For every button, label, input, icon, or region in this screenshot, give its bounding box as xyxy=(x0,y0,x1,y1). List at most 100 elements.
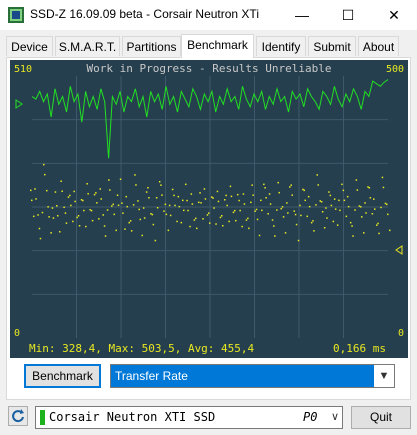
mode-select-value: Transfer Rate xyxy=(115,369,188,383)
data-point xyxy=(351,225,353,227)
tab-smart[interactable]: S.M.A.R.T. xyxy=(55,36,120,56)
data-point xyxy=(141,234,143,237)
data-point xyxy=(121,202,123,204)
data-point xyxy=(196,227,198,230)
data-point xyxy=(320,201,323,203)
data-point xyxy=(260,199,262,202)
data-point xyxy=(38,227,41,230)
data-point xyxy=(139,218,141,221)
tab-strip: Device S.M.A.R.T. Partitions Benchmark I… xyxy=(0,34,417,58)
data-point xyxy=(281,206,284,208)
data-point xyxy=(367,186,369,188)
data-point xyxy=(363,232,365,234)
data-point xyxy=(119,178,122,180)
data-point xyxy=(155,197,158,199)
data-point xyxy=(59,231,61,233)
minimize-button[interactable]: — xyxy=(279,0,325,30)
data-point xyxy=(43,163,45,166)
tab-identify[interactable]: Identify xyxy=(256,36,306,56)
data-point xyxy=(63,206,65,208)
data-point xyxy=(148,197,150,199)
data-point xyxy=(325,207,327,209)
data-point xyxy=(300,214,302,217)
data-point xyxy=(250,201,252,204)
mode-select[interactable]: Transfer Rate ▼ xyxy=(110,364,395,388)
data-point xyxy=(217,200,220,203)
data-point xyxy=(95,192,97,194)
data-point xyxy=(361,216,363,218)
data-point xyxy=(73,190,75,193)
data-point xyxy=(310,221,313,224)
data-point xyxy=(368,187,371,189)
data-point xyxy=(229,185,232,188)
data-point xyxy=(203,188,206,190)
chevron-down-icon: ∨ xyxy=(330,411,339,423)
data-point xyxy=(313,230,315,232)
tab-benchmark[interactable]: Benchmark xyxy=(181,34,254,58)
data-point xyxy=(111,205,113,207)
data-point xyxy=(102,214,104,216)
title-bar: SSD-Z 16.09.09 beta - Corsair Neutron XT… xyxy=(0,0,417,30)
data-point xyxy=(83,209,85,212)
data-point xyxy=(343,199,346,202)
data-point xyxy=(347,205,350,208)
refresh-button[interactable] xyxy=(8,406,28,426)
data-point xyxy=(315,204,317,206)
quit-button[interactable]: Quit xyxy=(351,406,411,429)
data-point xyxy=(287,212,289,214)
data-point xyxy=(360,206,362,208)
tab-partitions[interactable]: Partitions xyxy=(122,36,181,56)
drive-select[interactable]: Corsair Neutron XTI SSD P0 ∨ xyxy=(35,406,343,429)
data-point xyxy=(304,199,306,202)
data-point xyxy=(208,212,210,214)
data-point xyxy=(284,232,287,234)
data-point xyxy=(77,215,80,217)
data-point xyxy=(33,215,35,218)
data-point xyxy=(176,220,178,223)
benchmark-button[interactable]: Benchmark xyxy=(24,364,101,388)
data-point xyxy=(169,214,172,217)
tab-submit[interactable]: Submit xyxy=(308,36,356,56)
data-point xyxy=(189,225,191,228)
data-point xyxy=(124,228,126,230)
data-point xyxy=(174,204,176,207)
close-button[interactable]: ✕ xyxy=(371,0,417,30)
data-point xyxy=(384,202,387,205)
data-point xyxy=(258,234,261,237)
data-point xyxy=(96,202,98,204)
data-point xyxy=(317,184,319,186)
data-point xyxy=(308,205,311,208)
data-point xyxy=(156,207,159,209)
y-max-left-label: 510 xyxy=(14,64,32,75)
data-point xyxy=(30,189,32,192)
data-point xyxy=(135,184,137,186)
data-point xyxy=(161,194,163,196)
data-point xyxy=(226,204,228,207)
data-point xyxy=(206,214,209,216)
data-point xyxy=(346,195,349,198)
window-title: SSD-Z 16.09.09 beta - Corsair Neutron XT… xyxy=(30,7,259,21)
refresh-icon xyxy=(12,409,24,423)
data-point xyxy=(171,188,174,191)
benchmark-chart: Work in Progress - Results Unreliable 51… xyxy=(14,62,404,355)
data-point xyxy=(82,199,84,202)
data-point xyxy=(134,174,136,176)
data-point xyxy=(307,195,310,198)
data-point xyxy=(70,204,72,207)
data-point xyxy=(330,204,333,207)
data-point xyxy=(39,237,42,240)
data-point xyxy=(65,222,68,224)
tab-about[interactable]: About xyxy=(358,36,399,56)
data-point xyxy=(342,189,345,192)
data-point xyxy=(215,223,217,225)
data-point xyxy=(143,217,146,219)
maximize-button[interactable]: ☐ xyxy=(325,0,371,30)
data-point xyxy=(211,196,213,198)
data-point xyxy=(80,199,83,201)
data-point xyxy=(104,235,107,237)
data-point xyxy=(74,200,76,203)
tab-device[interactable]: Device xyxy=(6,36,53,56)
data-point xyxy=(263,183,265,186)
data-point xyxy=(86,183,88,185)
data-point xyxy=(89,209,91,211)
